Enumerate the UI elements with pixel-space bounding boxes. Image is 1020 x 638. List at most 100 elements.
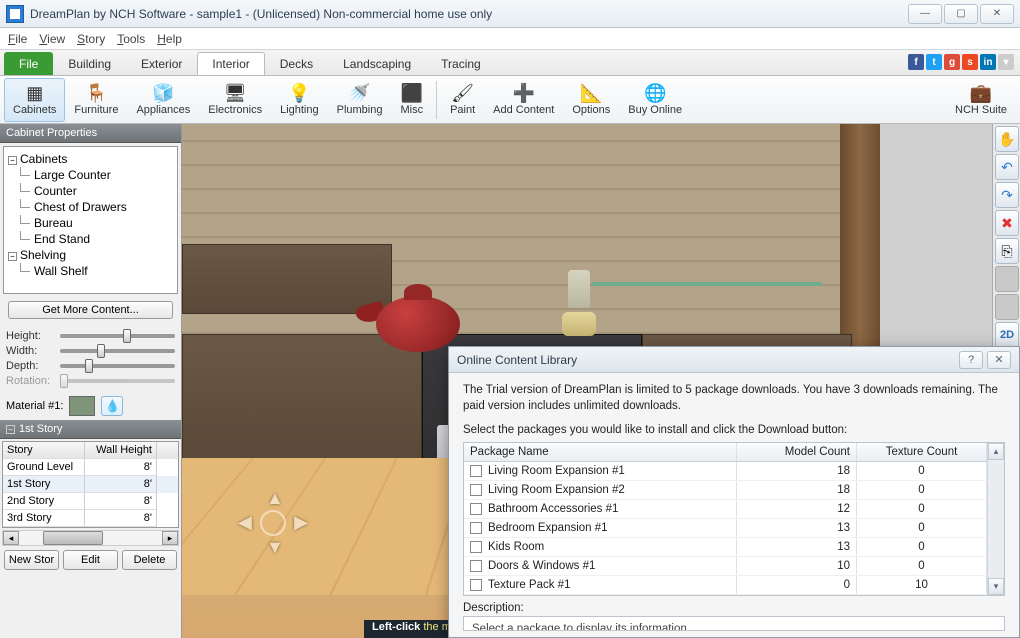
- scroll-up-icon[interactable]: ▴: [988, 443, 1004, 460]
- maximize-button[interactable]: ▢: [944, 4, 978, 24]
- story-row[interactable]: 3rd Story8': [3, 510, 178, 527]
- arrow-right-icon[interactable]: ▶: [294, 512, 308, 533]
- ribbon-options[interactable]: 📐Options: [563, 78, 619, 122]
- undo-tool[interactable]: ↶: [995, 154, 1019, 180]
- tab-building[interactable]: Building: [53, 52, 126, 75]
- tree-item[interactable]: Bureau: [8, 215, 173, 231]
- tree-node-cabinets[interactable]: −Cabinets: [8, 151, 173, 167]
- scroll-right-icon[interactable]: ▸: [162, 531, 178, 545]
- blank-2[interactable]: [995, 294, 1019, 320]
- checkbox-icon[interactable]: [470, 560, 482, 572]
- width-slider[interactable]: [60, 349, 175, 353]
- copy-tool[interactable]: ⎘: [995, 238, 1019, 264]
- tree-item[interactable]: End Stand: [8, 231, 173, 247]
- arrow-up-icon[interactable]: ▲: [266, 488, 284, 509]
- delete-tool[interactable]: ✖: [995, 210, 1019, 236]
- package-row[interactable]: Bedroom Expansion #1130: [464, 519, 987, 538]
- scroll-left-icon[interactable]: ◂: [3, 531, 19, 545]
- checkbox-icon[interactable]: [470, 541, 482, 553]
- tab-landscaping[interactable]: Landscaping: [328, 52, 426, 75]
- cabinet-tree[interactable]: −Cabinets Large CounterCounterChest of D…: [3, 146, 178, 294]
- col-model-count[interactable]: Model Count: [737, 443, 857, 461]
- col-package-name[interactable]: Package Name: [464, 443, 737, 461]
- package-row[interactable]: Living Room Expansion #2180: [464, 481, 987, 500]
- ribbon-misc[interactable]: ⬛Misc: [391, 78, 432, 122]
- tree-item[interactable]: Counter: [8, 183, 173, 199]
- google-icon[interactable]: g: [944, 54, 960, 70]
- package-row[interactable]: Living Room Expansion #1180: [464, 462, 987, 481]
- ribbon-cabinets[interactable]: ▦Cabinets: [4, 78, 65, 122]
- package-row[interactable]: Doors & Windows #1100: [464, 557, 987, 576]
- collapse-icon[interactable]: −: [8, 252, 17, 261]
- menu-file[interactable]: File: [8, 32, 27, 46]
- checkbox-icon[interactable]: [470, 503, 482, 515]
- col-story[interactable]: Story: [3, 442, 85, 459]
- story-row[interactable]: Ground Level8': [3, 459, 178, 476]
- menu-tools[interactable]: Tools: [117, 32, 145, 46]
- nav-gizmo[interactable]: ▲ ▼ ◀ ▶: [238, 488, 308, 558]
- package-vscroll[interactable]: ▴ ▾: [987, 443, 1004, 595]
- delete-story-button[interactable]: Delete: [122, 550, 177, 570]
- tab-decks[interactable]: Decks: [265, 52, 328, 75]
- tree-item[interactable]: Wall Shelf: [8, 263, 173, 279]
- tab-file[interactable]: File: [4, 52, 53, 75]
- ribbon-plumbing[interactable]: 🚿Plumbing: [328, 78, 392, 122]
- menu-help[interactable]: Help: [157, 32, 182, 46]
- ribbon-lighting[interactable]: 💡Lighting: [271, 78, 328, 122]
- pan-tool[interactable]: ✋: [995, 126, 1019, 152]
- package-row[interactable]: Bathroom Accessories #1120: [464, 500, 987, 519]
- blank-1[interactable]: [995, 266, 1019, 292]
- tab-exterior[interactable]: Exterior: [126, 52, 197, 75]
- facebook-icon[interactable]: f: [908, 54, 924, 70]
- redo-tool[interactable]: ↷: [995, 182, 1019, 208]
- story-hscroll[interactable]: ◂▸: [2, 530, 179, 546]
- close-button[interactable]: ✕: [980, 4, 1014, 24]
- checkbox-icon[interactable]: [470, 579, 482, 591]
- ribbon-paint[interactable]: 🖌Paint: [441, 78, 484, 122]
- ribbon-appliances[interactable]: 🧊Appliances: [127, 78, 199, 122]
- dialog-help-button[interactable]: ?: [959, 351, 983, 369]
- depth-slider[interactable]: [60, 364, 175, 368]
- story-row[interactable]: 2nd Story8': [3, 493, 178, 510]
- mode-2d[interactable]: 2D: [995, 322, 1019, 348]
- material-swatch[interactable]: [69, 396, 95, 416]
- menu-story[interactable]: Story: [77, 32, 105, 46]
- story-row[interactable]: 1st Story8': [3, 476, 178, 493]
- package-row[interactable]: Texture Pack #1010: [464, 576, 987, 595]
- dropdown-icon[interactable]: ▾: [998, 54, 1014, 70]
- story-table[interactable]: Story Wall Height Ground Level8'1st Stor…: [2, 441, 179, 528]
- package-table[interactable]: Package Name Model Count Texture Count L…: [463, 442, 1005, 596]
- collapse-icon[interactable]: −: [8, 156, 17, 165]
- arrow-down-icon[interactable]: ▼: [266, 537, 284, 558]
- new-story-button[interactable]: New Stor: [4, 550, 59, 570]
- height-slider[interactable]: [60, 334, 175, 338]
- tree-item[interactable]: Chest of Drawers: [8, 199, 173, 215]
- minimize-button[interactable]: —: [908, 4, 942, 24]
- linkedin-icon[interactable]: in: [980, 54, 996, 70]
- dialog-close-button[interactable]: ✕: [987, 351, 1011, 369]
- ribbon-nch-suite[interactable]: 💼NCH Suite: [946, 78, 1016, 122]
- edit-story-button[interactable]: Edit: [63, 550, 118, 570]
- ribbon-add-content[interactable]: ➕Add Content: [484, 78, 563, 122]
- dialog-titlebar[interactable]: Online Content Library ? ✕: [449, 347, 1019, 373]
- col-texture-count[interactable]: Texture Count: [857, 443, 987, 461]
- ribbon-electronics[interactable]: 🖥Electronics: [199, 78, 271, 122]
- tree-node-shelving[interactable]: −Shelving: [8, 247, 173, 263]
- tab-interior[interactable]: Interior: [197, 52, 264, 75]
- ribbon-buy-online[interactable]: 🌐Buy Online: [619, 78, 691, 122]
- package-row[interactable]: Kids Room130: [464, 538, 987, 557]
- tree-item[interactable]: Large Counter: [8, 167, 173, 183]
- checkbox-icon[interactable]: [470, 522, 482, 534]
- scroll-down-icon[interactable]: ▾: [988, 578, 1004, 595]
- stumble-icon[interactable]: s: [962, 54, 978, 70]
- ribbon-furniture[interactable]: 🪑Furniture: [65, 78, 127, 122]
- arrow-left-icon[interactable]: ◀: [238, 512, 252, 533]
- get-more-content-button[interactable]: Get More Content...: [8, 301, 173, 319]
- eyedropper-button[interactable]: 💧: [101, 396, 123, 416]
- col-wall-height[interactable]: Wall Height: [85, 442, 157, 459]
- menu-view[interactable]: View: [39, 32, 65, 46]
- center-icon[interactable]: [260, 510, 286, 536]
- checkbox-icon[interactable]: [470, 465, 482, 477]
- checkbox-icon[interactable]: [470, 484, 482, 496]
- twitter-icon[interactable]: t: [926, 54, 942, 70]
